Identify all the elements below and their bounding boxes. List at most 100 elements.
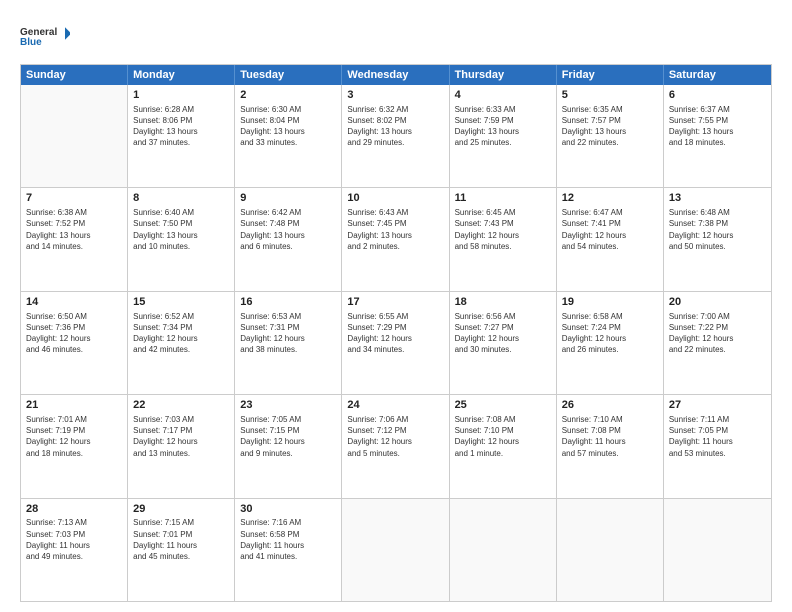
cell-text-line: Sunset: 7:52 PM xyxy=(26,218,122,229)
cell-text-line: Sunset: 7:27 PM xyxy=(455,322,551,333)
calendar-cell-day-12: 12Sunrise: 6:47 AMSunset: 7:41 PMDayligh… xyxy=(557,188,664,290)
cell-text-line: and 22 minutes. xyxy=(562,137,658,148)
calendar-cell-day-22: 22Sunrise: 7:03 AMSunset: 7:17 PMDayligh… xyxy=(128,395,235,497)
calendar-body: 1Sunrise: 6:28 AMSunset: 8:06 PMDaylight… xyxy=(21,85,771,601)
cell-text-line: and 29 minutes. xyxy=(347,137,443,148)
cell-text-line: Sunrise: 7:05 AM xyxy=(240,414,336,425)
cell-text-line: Sunrise: 6:42 AM xyxy=(240,207,336,218)
calendar-cell-day-10: 10Sunrise: 6:43 AMSunset: 7:45 PMDayligh… xyxy=(342,188,449,290)
cell-text-line: and 22 minutes. xyxy=(669,344,766,355)
cell-text-line: Sunrise: 7:03 AM xyxy=(133,414,229,425)
day-number: 2 xyxy=(240,88,336,103)
header-day-tuesday: Tuesday xyxy=(235,65,342,85)
cell-text-line: and 5 minutes. xyxy=(347,448,443,459)
day-number: 29 xyxy=(133,502,229,517)
day-number: 17 xyxy=(347,295,443,310)
calendar-cell-day-5: 5Sunrise: 6:35 AMSunset: 7:57 PMDaylight… xyxy=(557,85,664,187)
day-number: 20 xyxy=(669,295,766,310)
cell-text-line: Sunrise: 6:35 AM xyxy=(562,104,658,115)
cell-text-line: Sunset: 8:06 PM xyxy=(133,115,229,126)
cell-text-line: Daylight: 12 hours xyxy=(26,436,122,447)
cell-text-line: Sunrise: 6:45 AM xyxy=(455,207,551,218)
cell-text-line: Sunset: 7:10 PM xyxy=(455,425,551,436)
day-number: 23 xyxy=(240,398,336,413)
cell-text-line: Sunset: 7:05 PM xyxy=(669,425,766,436)
cell-text-line: Daylight: 11 hours xyxy=(133,540,229,551)
cell-text-line: Sunset: 7:31 PM xyxy=(240,322,336,333)
day-number: 11 xyxy=(455,191,551,206)
calendar-cell-day-15: 15Sunrise: 6:52 AMSunset: 7:34 PMDayligh… xyxy=(128,292,235,394)
calendar-cell-day-9: 9Sunrise: 6:42 AMSunset: 7:48 PMDaylight… xyxy=(235,188,342,290)
cell-text-line: Sunset: 7:29 PM xyxy=(347,322,443,333)
cell-text-line: and 57 minutes. xyxy=(562,448,658,459)
cell-text-line: and 9 minutes. xyxy=(240,448,336,459)
header-day-wednesday: Wednesday xyxy=(342,65,449,85)
cell-text-line: Sunset: 7:34 PM xyxy=(133,322,229,333)
cell-text-line: Sunset: 7:08 PM xyxy=(562,425,658,436)
header-day-friday: Friday xyxy=(557,65,664,85)
cell-text-line: and 10 minutes. xyxy=(133,241,229,252)
cell-text-line: Sunrise: 6:47 AM xyxy=(562,207,658,218)
cell-text-line: Daylight: 12 hours xyxy=(562,230,658,241)
calendar-week-4: 21Sunrise: 7:01 AMSunset: 7:19 PMDayligh… xyxy=(21,394,771,497)
cell-text-line: Sunset: 7:45 PM xyxy=(347,218,443,229)
day-number: 8 xyxy=(133,191,229,206)
day-number: 27 xyxy=(669,398,766,413)
day-number: 13 xyxy=(669,191,766,206)
calendar-cell-day-7: 7Sunrise: 6:38 AMSunset: 7:52 PMDaylight… xyxy=(21,188,128,290)
cell-text-line: Daylight: 13 hours xyxy=(133,230,229,241)
cell-text-line: Sunrise: 6:30 AM xyxy=(240,104,336,115)
cell-text-line: Sunset: 7:24 PM xyxy=(562,322,658,333)
cell-text-line: and 34 minutes. xyxy=(347,344,443,355)
cell-text-line: Sunset: 7:03 PM xyxy=(26,529,122,540)
cell-text-line: Sunset: 7:41 PM xyxy=(562,218,658,229)
cell-text-line: Daylight: 13 hours xyxy=(240,126,336,137)
cell-text-line: Sunrise: 6:48 AM xyxy=(669,207,766,218)
cell-text-line: Sunrise: 7:01 AM xyxy=(26,414,122,425)
day-number: 25 xyxy=(455,398,551,413)
cell-text-line: and 42 minutes. xyxy=(133,344,229,355)
cell-text-line: Daylight: 11 hours xyxy=(240,540,336,551)
calendar-cell-day-13: 13Sunrise: 6:48 AMSunset: 7:38 PMDayligh… xyxy=(664,188,771,290)
calendar-cell-empty-0-0 xyxy=(21,85,128,187)
cell-text-line: and 33 minutes. xyxy=(240,137,336,148)
calendar-cell-day-6: 6Sunrise: 6:37 AMSunset: 7:55 PMDaylight… xyxy=(664,85,771,187)
cell-text-line: Sunrise: 7:15 AM xyxy=(133,517,229,528)
cell-text-line: Sunrise: 6:53 AM xyxy=(240,311,336,322)
cell-text-line: Daylight: 13 hours xyxy=(240,230,336,241)
day-number: 7 xyxy=(26,191,122,206)
cell-text-line: and 37 minutes. xyxy=(133,137,229,148)
cell-text-line: Daylight: 11 hours xyxy=(562,436,658,447)
logo-svg: General Blue xyxy=(20,16,70,56)
calendar-cell-day-20: 20Sunrise: 7:00 AMSunset: 7:22 PMDayligh… xyxy=(664,292,771,394)
cell-text-line: Sunset: 6:58 PM xyxy=(240,529,336,540)
day-number: 15 xyxy=(133,295,229,310)
cell-text-line: Daylight: 12 hours xyxy=(240,333,336,344)
cell-text-line: and 1 minute. xyxy=(455,448,551,459)
calendar-cell-day-30: 30Sunrise: 7:16 AMSunset: 6:58 PMDayligh… xyxy=(235,499,342,601)
cell-text-line: and 26 minutes. xyxy=(562,344,658,355)
cell-text-line: Sunset: 7:15 PM xyxy=(240,425,336,436)
cell-text-line: and 58 minutes. xyxy=(455,241,551,252)
logo: General Blue xyxy=(20,16,70,56)
cell-text-line: Daylight: 13 hours xyxy=(26,230,122,241)
cell-text-line: Daylight: 12 hours xyxy=(669,230,766,241)
cell-text-line: Sunrise: 7:16 AM xyxy=(240,517,336,528)
cell-text-line: Sunrise: 7:11 AM xyxy=(669,414,766,425)
cell-text-line: Sunset: 7:19 PM xyxy=(26,425,122,436)
svg-text:Blue: Blue xyxy=(20,37,42,48)
calendar-cell-day-24: 24Sunrise: 7:06 AMSunset: 7:12 PMDayligh… xyxy=(342,395,449,497)
cell-text-line: and 6 minutes. xyxy=(240,241,336,252)
header-day-saturday: Saturday xyxy=(664,65,771,85)
calendar-cell-day-2: 2Sunrise: 6:30 AMSunset: 8:04 PMDaylight… xyxy=(235,85,342,187)
calendar-cell-day-25: 25Sunrise: 7:08 AMSunset: 7:10 PMDayligh… xyxy=(450,395,557,497)
calendar-cell-empty-4-6 xyxy=(664,499,771,601)
day-number: 14 xyxy=(26,295,122,310)
day-number: 1 xyxy=(133,88,229,103)
cell-text-line: and 46 minutes. xyxy=(26,344,122,355)
day-number: 19 xyxy=(562,295,658,310)
day-number: 10 xyxy=(347,191,443,206)
cell-text-line: Daylight: 13 hours xyxy=(455,126,551,137)
calendar-cell-day-26: 26Sunrise: 7:10 AMSunset: 7:08 PMDayligh… xyxy=(557,395,664,497)
day-number: 28 xyxy=(26,502,122,517)
